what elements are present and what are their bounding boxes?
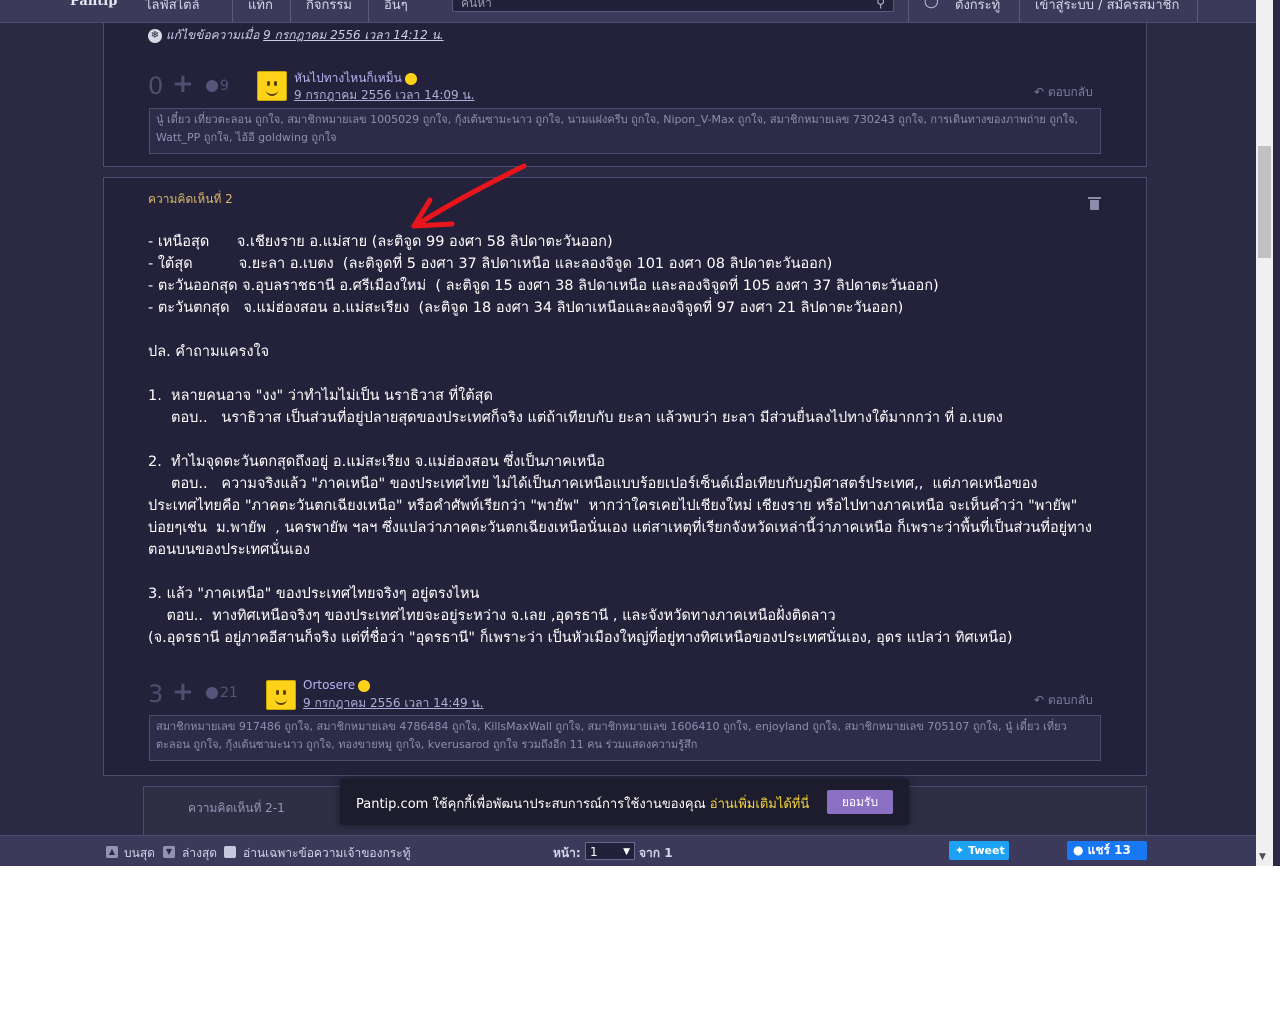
red-annotation-arrow (411, 163, 527, 229)
scrollbar-thumb[interactable] (1258, 146, 1271, 258)
nav-item-login[interactable]: เข้าสู่ระบบ / สมัครสมาชิก (1035, 0, 1179, 15)
emotion-icon (206, 687, 218, 699)
emotion-count[interactable]: 21 (206, 685, 238, 701)
plus-vote-icon[interactable]: + (172, 677, 194, 707)
edited-time[interactable]: 9 กรกฎาคม 2556 เวลา 14:12 น. (263, 28, 444, 42)
reply-button[interactable]: ↶ ตอบกลับ (1034, 83, 1093, 102)
edited-note: ❄ แก้ไขข้อความเมื่อ 9 กรกฎาคม 2556 เวลา 1… (148, 26, 444, 45)
smiley-icon (404, 72, 417, 85)
top-navbar: Pantip ไลฟ์สไตล์ แท็ก กิจกรรม อื่นๆ ค้นห… (0, 0, 1256, 23)
vote-count: 3 (148, 680, 164, 708)
nav-item-lifestyle[interactable]: ไลฟ์สไตล์ (145, 0, 200, 15)
tweet-button[interactable]: ✦ Tweet (949, 841, 1009, 860)
edited-prefix: แก้ไขข้อความเมื่อ (166, 28, 260, 42)
nav-item-activities[interactable]: กิจกรรม (306, 0, 352, 15)
owner-only-link[interactable]: อ่านเฉพาะข้อความเจ้าของกระทู้ (243, 844, 411, 863)
avatar[interactable] (257, 71, 287, 101)
nav-separator (368, 0, 369, 22)
new-topic-icon[interactable]: ◯ (924, 0, 939, 9)
nav-separator (1019, 0, 1020, 22)
plus-vote-icon[interactable]: + (172, 69, 194, 99)
page-select[interactable]: 1 ▼ (585, 842, 635, 860)
nav-item-tags[interactable]: แท็ก (248, 0, 273, 15)
comment-1: ❄ แก้ไขข้อความเมื่อ 9 กรกฎาคม 2556 เวลา 1… (103, 22, 1147, 167)
bottom-toolbar: ▲ บนสุด ▼ ล่างสุด อ่านเฉพาะข้อความเจ้าขอ… (0, 835, 1256, 866)
avatar[interactable] (266, 680, 296, 710)
scroll-down-arrow-icon[interactable]: ▼ (1259, 852, 1266, 862)
facebook-share-button[interactable]: ● แชร์ 13 (1067, 841, 1147, 860)
likes-list: นู๋ เดี๋ยว เที่ยวตะลอน ถูกใจ, สมาชิกหมาย… (149, 108, 1101, 154)
cookie-read-more-link[interactable]: อ่านเพิ่มเติมได้ที่นี่ (710, 797, 809, 812)
smiley-icon (358, 679, 371, 692)
page-select-value: 1 (590, 845, 598, 859)
site-logo[interactable]: Pantip (70, 0, 117, 9)
facebook-icon: ● (1073, 843, 1084, 857)
page-label: หน้า: (553, 846, 581, 860)
page-total: จาก 1 (639, 846, 673, 860)
comment-label[interactable]: ความคิดเห็นที่ 2 (148, 190, 233, 209)
cookie-message: Pantip.com ใช้คุกกี้เพื่อพัฒนาประสบการณ์… (356, 797, 810, 812)
trash-icon[interactable] (1088, 197, 1101, 210)
owner-filter-icon[interactable] (224, 846, 236, 858)
comment-label[interactable]: ความคิดเห็นที่ 2-1 (188, 799, 285, 818)
reply-button[interactable]: ↶ ตอบกลับ (1034, 691, 1093, 710)
cookie-accept-button[interactable]: ยอมรับ (827, 790, 893, 814)
nav-separator (232, 0, 233, 22)
comment-2: ความคิดเห็นที่ 2 - เหนือสุด จ.เชียงราย อ… (103, 177, 1147, 776)
scroll-bottom-icon[interactable]: ▼ (163, 846, 175, 858)
nav-separator (1197, 0, 1198, 22)
edit-history-icon: ❄ (148, 28, 162, 43)
cookie-banner: Pantip.com ใช้คุกกี้เพื่อพัฒนาประสบการณ์… (340, 779, 909, 825)
scroll-top-icon[interactable]: ▲ (106, 846, 118, 858)
page-scrollbar[interactable]: ▼ (1256, 0, 1273, 866)
comment-time[interactable]: 9 กรกฎาคม 2556 เวลา 14:49 น. (303, 694, 484, 713)
scroll-bottom-link[interactable]: ล่างสุด (182, 844, 217, 863)
comment-body: - เหนือสุด จ.เชียงราย อ.แม่สาย (ละติจูด … (148, 234, 1092, 646)
nav-separator (908, 0, 909, 22)
nav-item-more[interactable]: อื่นๆ (384, 0, 408, 15)
search-icon[interactable]: ⚲ (876, 0, 885, 13)
vote-count: 0 (148, 72, 164, 100)
likes-list: สมาชิกหมายเลข 917486 ถูกใจ, สมาชิกหมายเล… (149, 715, 1101, 761)
scroll-top-link[interactable]: บนสุด (124, 844, 155, 863)
comment-time[interactable]: 9 กรกฎาคม 2556 เวลา 14:09 น. (294, 86, 475, 105)
page-viewport: Pantip ไลฟ์สไตล์ แท็ก กิจกรรม อื่นๆ ค้นห… (0, 0, 1280, 866)
emotion-count[interactable]: 9 (206, 78, 229, 94)
twitter-icon: ✦ (955, 844, 965, 857)
nav-item-new-topic[interactable]: ตั้งกระทู้ (955, 0, 1000, 15)
search-input[interactable]: ค้นหา ⚲ (452, 0, 894, 12)
emotion-icon (206, 80, 218, 92)
chevron-down-icon: ▼ (623, 847, 630, 857)
nav-separator (290, 0, 291, 22)
comment-author[interactable]: Ortosere (303, 678, 371, 692)
search-placeholder: ค้นหา (461, 0, 492, 10)
